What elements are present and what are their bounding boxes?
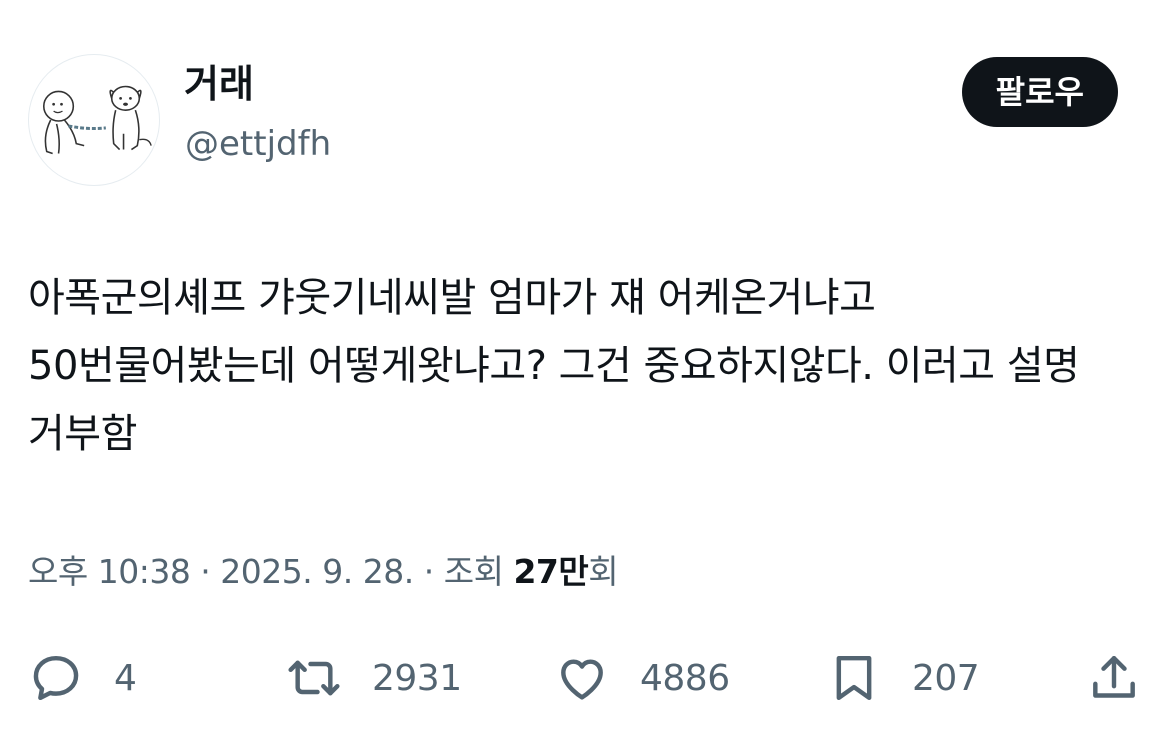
cartoon-person-and-dog-avatar-icon <box>42 85 152 155</box>
reply-bubble-icon <box>33 655 79 701</box>
bookmark-button[interactable]: 207 <box>826 646 980 710</box>
retweet-icon <box>288 660 340 696</box>
retweet-button[interactable]: 2931 <box>286 646 462 710</box>
meta-separator: · <box>413 552 444 591</box>
tweet-text: 아폭군의셰프 갸웃기네씨발 엄마가 쟤 어케온거냐고 50번물어봤는데 어떻게왓… <box>28 275 1080 457</box>
reply-count: 4 <box>114 657 137 699</box>
avatar[interactable] <box>28 54 160 186</box>
retweet-count: 2931 <box>372 657 462 699</box>
like-button[interactable]: 4886 <box>554 646 730 710</box>
reply-button[interactable]: 4 <box>28 646 137 710</box>
views-suffix: 회 <box>588 552 619 591</box>
follow-button[interactable]: 팔로우 <box>961 57 1118 127</box>
heart-icon <box>561 659 603 700</box>
bookmark-icon <box>836 655 872 701</box>
tweet-meta: 오후 10:38 · 2025. 9. 28. · 조회 27만회 <box>28 548 619 596</box>
tweet-date[interactable]: 2025. 9. 28. <box>220 552 414 591</box>
tweet-actions: 4 2931 4886 207 <box>0 646 1170 710</box>
share-upload-icon <box>1093 655 1135 698</box>
views-count: 27만 <box>513 552 589 591</box>
views-label: 조회 <box>443 552 504 591</box>
tweet-header: 거래 @ettjdfh 팔로우 <box>28 54 1142 190</box>
bookmark-count: 207 <box>912 657 980 699</box>
share-button[interactable] <box>1086 646 1142 710</box>
like-count: 4886 <box>640 657 730 699</box>
meta-separator: · <box>190 552 221 591</box>
user-handle[interactable]: @ettjdfh <box>185 124 331 165</box>
display-name[interactable]: 거래 <box>184 62 254 108</box>
tweet-time[interactable]: 오후 10:38 <box>28 552 191 591</box>
